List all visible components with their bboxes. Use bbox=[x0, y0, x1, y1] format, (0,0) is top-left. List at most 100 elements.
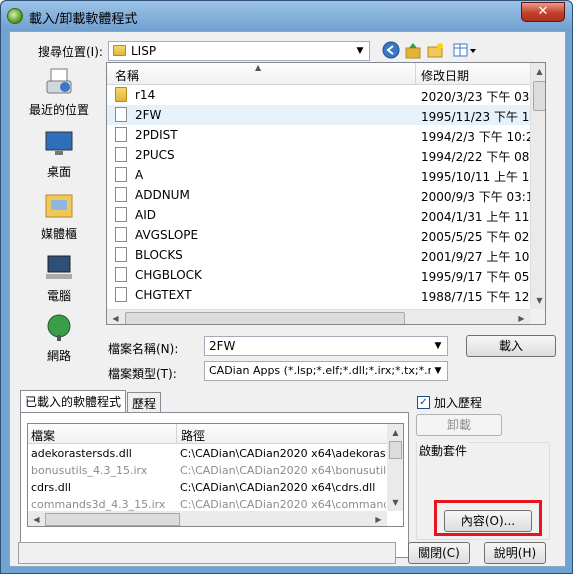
file-date: 1994/2/3 下午 10:29 bbox=[421, 130, 542, 144]
scroll-thumb[interactable] bbox=[389, 441, 402, 459]
loaded-row[interactable]: bonusutils_4.3_15.irx C:\CADian\CADian202… bbox=[28, 462, 387, 480]
filetype-label: 檔案類型(T): bbox=[108, 367, 177, 381]
loaded-path: C:\CADian\CADian2020 x64\bonusutils_4... bbox=[180, 464, 386, 477]
column-file-header[interactable]: 檔案 bbox=[31, 427, 55, 444]
up-folder-icon[interactable] bbox=[404, 41, 422, 59]
file-row[interactable]: AVGSLOPE 2005/5/25 下午 02:57 bbox=[107, 225, 545, 245]
place-network[interactable]: 網路 bbox=[15, 311, 103, 369]
scroll-down-icon[interactable]: ▼ bbox=[531, 292, 545, 309]
file-row[interactable]: A 1995/10/11 上午 11:... bbox=[107, 165, 545, 185]
status-bar bbox=[18, 542, 396, 564]
loaded-list-vscroll[interactable]: ▲ ▼ bbox=[387, 424, 403, 511]
window-title: 載入/卸載軟體程式 bbox=[29, 12, 138, 27]
filename-combo[interactable]: 2FW ▼ bbox=[204, 336, 448, 356]
file-icon bbox=[115, 127, 127, 142]
scroll-thumb[interactable] bbox=[125, 312, 405, 324]
help-button[interactable]: 說明(H) bbox=[484, 542, 546, 564]
place-recent[interactable]: 最近的位置 bbox=[15, 65, 103, 123]
loaded-file: commands3d_4.3_15.irx bbox=[31, 498, 166, 511]
column-name-header[interactable]: 名稱 bbox=[115, 67, 139, 84]
file-row[interactable]: ADDNUM 2000/9/3 下午 03:10 bbox=[107, 185, 541, 205]
file-name: A bbox=[135, 168, 144, 182]
column-path-header[interactable]: 路徑 bbox=[181, 427, 205, 444]
file-name: AVGSLOPE bbox=[135, 228, 199, 242]
scroll-thumb[interactable] bbox=[533, 81, 545, 111]
dialog-window: 載入/卸載軟體程式 ✕ 搜尋位置(I): LISP ▼ 最近的位置 桌面 媒體櫃… bbox=[0, 0, 573, 574]
sort-ascending-icon: ▲ bbox=[255, 63, 262, 72]
file-row[interactable]: AID 2004/1/31 上午 11:48 bbox=[107, 205, 545, 225]
loaded-row[interactable]: cdrs.dll C:\CADian\CADian2020 x64\cdrs.dl… bbox=[28, 479, 387, 497]
unload-button[interactable]: 卸載 bbox=[416, 414, 502, 436]
close-button[interactable]: 關閉(C) bbox=[408, 542, 470, 564]
file-date: 1995/11/23 下午 10... bbox=[421, 110, 546, 124]
tab-history[interactable]: 歷程 bbox=[127, 392, 162, 412]
places-bar: 最近的位置 桌面 媒體櫃 電腦 網路 bbox=[15, 65, 103, 363]
file-date: 2005/5/25 下午 02:57 bbox=[421, 230, 546, 244]
load-button[interactable]: 載入 bbox=[466, 335, 556, 357]
tab-loaded-apps[interactable]: 已載入的軟體程式 bbox=[20, 390, 127, 413]
loaded-file: bonusutils_4.3_15.irx bbox=[31, 464, 148, 477]
file-row[interactable]: 2PUCS 1994/2/22 下午 08:25 bbox=[107, 145, 545, 165]
file-row[interactable]: r14 2020/3/23 下午 03:04 bbox=[107, 85, 545, 105]
libraries-icon bbox=[43, 191, 75, 221]
app-icon bbox=[7, 8, 23, 24]
file-date: 1995/10/11 上午 11:... bbox=[421, 170, 546, 184]
filename-value: 2FW bbox=[209, 339, 236, 353]
folder-icon bbox=[115, 87, 127, 102]
add-history-checkbox[interactable]: ✓ bbox=[417, 396, 430, 409]
lookin-combo[interactable]: LISP ▼ bbox=[108, 41, 370, 61]
scroll-left-icon[interactable]: ◀ bbox=[28, 511, 45, 526]
file-name: CHGTEXT bbox=[135, 288, 192, 302]
file-list-vscroll[interactable]: ▲ ▼ bbox=[530, 63, 545, 309]
file-date: 2000/9/3 下午 03:10 bbox=[421, 190, 542, 204]
back-icon[interactable] bbox=[382, 41, 400, 59]
close-window-button[interactable]: ✕ bbox=[521, 2, 565, 22]
file-name: BLOCKS bbox=[135, 248, 183, 262]
scroll-down-icon[interactable]: ▼ bbox=[387, 494, 403, 511]
file-name: CHGBLOCK bbox=[135, 268, 202, 282]
place-computer[interactable]: 電腦 bbox=[15, 251, 103, 309]
loaded-path: C:\CADian\CADian2020 x64\adekorastersds.… bbox=[180, 447, 386, 460]
scroll-right-icon[interactable]: ▶ bbox=[513, 310, 530, 324]
file-name: 2PDIST bbox=[135, 128, 178, 142]
filetype-value: CADian Apps (*.lsp;*.elf;*.dll;*.irx;*.t… bbox=[209, 364, 431, 377]
place-desktop[interactable]: 桌面 bbox=[15, 127, 103, 185]
startup-suite-label: 啟動套件 bbox=[417, 442, 470, 459]
desktop-icon bbox=[43, 129, 75, 159]
new-folder-icon[interactable] bbox=[426, 41, 444, 59]
scroll-up-icon[interactable]: ▲ bbox=[387, 424, 403, 441]
filetype-combo[interactable]: CADian Apps (*.lsp;*.elf;*.dll;*.irx;*.t… bbox=[204, 361, 448, 381]
file-list[interactable]: ▲ 名稱 修改日期 r14 2020/3/23 下午 03:04 2FW 1995/1… bbox=[106, 62, 546, 325]
views-menu-icon[interactable] bbox=[452, 41, 478, 59]
file-list-header: ▲ 名稱 修改日期 bbox=[107, 63, 530, 85]
loaded-row[interactable]: adekorastersds.dll C:\CADian\CADian2020 x… bbox=[28, 445, 387, 463]
recent-places-icon bbox=[43, 67, 75, 97]
file-row[interactable]: 2PDIST 1994/2/3 下午 10:29 bbox=[107, 125, 541, 145]
loaded-file: adekorastersds.dll bbox=[31, 447, 132, 460]
file-icon bbox=[115, 107, 127, 122]
computer-icon bbox=[43, 253, 75, 283]
column-date-header[interactable]: 修改日期 bbox=[421, 67, 469, 84]
place-label: 桌面 bbox=[46, 165, 71, 179]
network-icon bbox=[43, 313, 75, 343]
file-list-hscroll[interactable]: ◀ ▶ bbox=[107, 309, 530, 324]
loaded-list-header: 檔案 路徑 bbox=[28, 424, 387, 444]
file-row[interactable]: CHGBLOCK 1995/9/17 下午 05:07 bbox=[107, 265, 545, 285]
place-libraries[interactable]: 媒體櫃 bbox=[15, 189, 103, 247]
scroll-left-icon[interactable]: ◀ bbox=[107, 310, 124, 324]
chevron-down-icon: ▼ bbox=[434, 341, 442, 351]
file-icon bbox=[115, 147, 127, 162]
scroll-thumb[interactable] bbox=[45, 513, 180, 526]
loaded-list-hscroll[interactable]: ◀ ▶ bbox=[28, 511, 387, 526]
file-row[interactable]: 2FW 1995/11/23 下午 10... bbox=[107, 105, 545, 125]
loaded-path: C:\CADian\CADian2020 x64\commands3d... bbox=[180, 498, 386, 511]
scroll-up-icon[interactable]: ▲ bbox=[531, 63, 545, 80]
scroll-right-icon[interactable]: ▶ bbox=[370, 511, 387, 526]
file-name: AID bbox=[135, 208, 156, 222]
file-row[interactable]: BLOCKS 2001/9/27 上午 10:55 bbox=[107, 245, 545, 265]
chevron-down-icon: ▼ bbox=[356, 46, 364, 56]
loaded-apps-list[interactable]: 檔案 路徑 adekorastersds.dll C:\CADian\CADian… bbox=[27, 423, 404, 527]
lookin-label: 搜尋位置(I): bbox=[38, 45, 103, 59]
filename-label: 檔案名稱(N): bbox=[108, 342, 179, 356]
file-row[interactable]: CHGTEXT 1988/7/15 下午 12:10 bbox=[107, 285, 545, 305]
